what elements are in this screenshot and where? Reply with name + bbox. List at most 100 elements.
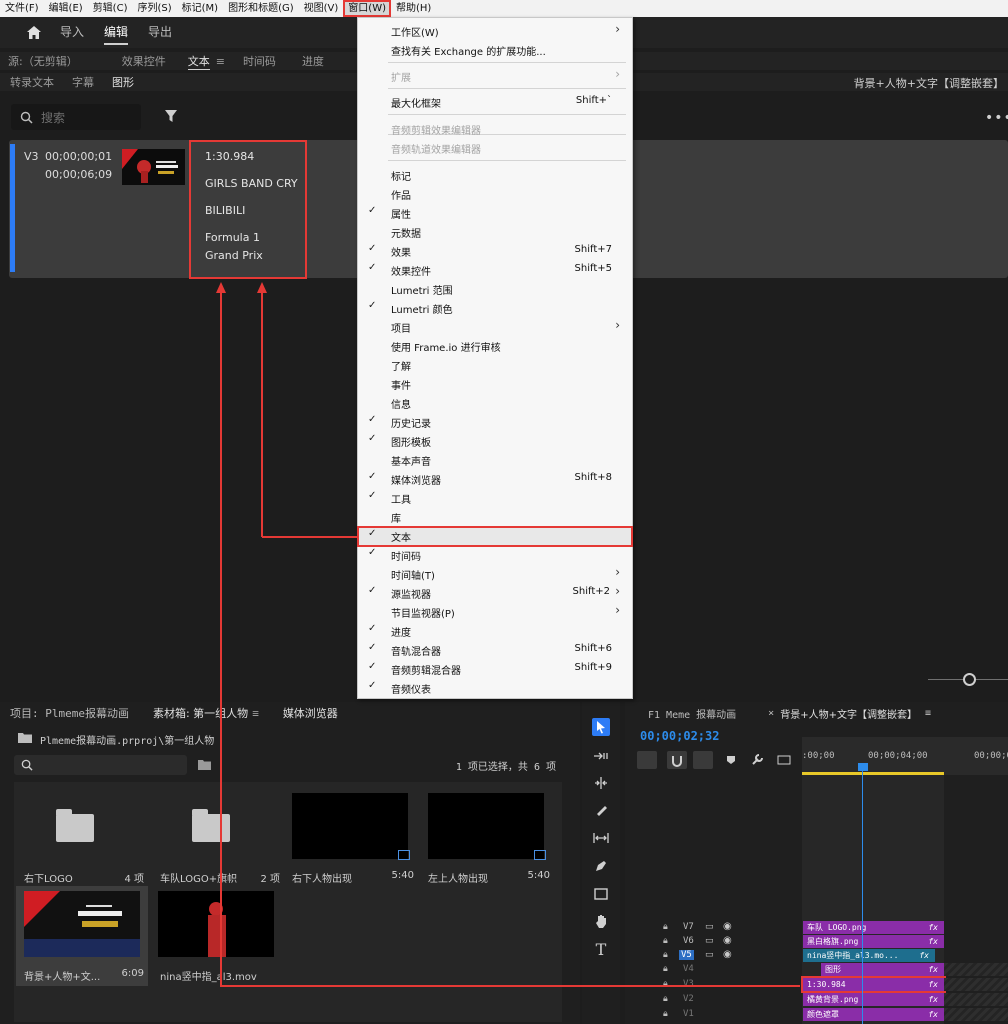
tab-captions[interactable]: 字幕: [72, 74, 94, 90]
slip-tool-icon[interactable]: [592, 829, 610, 847]
track-name[interactable]: V5: [679, 950, 694, 960]
close-icon[interactable]: ×: [768, 708, 774, 719]
text-item-title[interactable]: GIRLS BAND CRY: [205, 177, 298, 190]
menu-item[interactable]: 节目监视器(P) ›: [358, 602, 632, 621]
selection-tool-icon[interactable]: [592, 718, 610, 736]
zoom-slider-handle[interactable]: [963, 673, 976, 686]
tab-export[interactable]: 导出: [148, 17, 172, 48]
menu-item[interactable]: ✓ 属性: [358, 203, 632, 222]
new-search-bin-icon[interactable]: [198, 759, 211, 773]
menu-graphics[interactable]: 图形和标题(G): [223, 0, 299, 17]
tab-sequence-nested[interactable]: 背景+人物+文字【调整嵌套】: [780, 706, 917, 721]
tab-transcript[interactable]: 转录文本: [10, 74, 54, 90]
menu-item[interactable]: 库: [358, 507, 632, 526]
lock-icon[interactable]: 🔒︎: [663, 936, 668, 946]
menu-item[interactable]: ✓ 源监视器 Shift+2 ›: [358, 583, 632, 602]
lock-icon[interactable]: 🔒︎: [663, 922, 668, 932]
bin-item[interactable]: 车队LOGO+旗帜 2 项: [152, 788, 284, 888]
menu-item[interactable]: ✓ 效果控件 Shift+5: [358, 260, 632, 279]
menu-item[interactable]: ✓ 媒体浏览器 Shift+8: [358, 469, 632, 488]
menu-window[interactable]: 窗口(W): [343, 0, 391, 17]
menu-file[interactable]: 文件(F): [0, 0, 44, 17]
menu-item[interactable]: ✓ 效果 Shift+7: [358, 241, 632, 260]
menu-item[interactable]: Lumetri 范围: [358, 279, 632, 298]
menu-item[interactable]: 项目 ›: [358, 317, 632, 336]
rectangle-tool-icon[interactable]: [592, 885, 610, 903]
lock-icon[interactable]: 🔒︎: [663, 994, 668, 1004]
tab-edit[interactable]: 编辑: [104, 17, 129, 48]
menu-edit[interactable]: 编辑(E): [44, 0, 88, 17]
text-item-grandprix[interactable]: Grand Prix: [205, 249, 263, 262]
home-icon[interactable]: [24, 23, 44, 43]
eye-icon[interactable]: ◉: [723, 949, 732, 960]
menu-item[interactable]: 使用 Frame.io 进行审核: [358, 336, 632, 355]
playhead-timecode[interactable]: 00;00;02;32: [640, 729, 719, 743]
menu-item[interactable]: ✓ 进度: [358, 621, 632, 640]
menu-view[interactable]: 视图(V): [299, 0, 344, 17]
tab-media-browser[interactable]: 媒体浏览器: [283, 705, 338, 721]
tab-text[interactable]: 文本: [187, 53, 210, 70]
timeline-menu-icon[interactable]: ≡: [925, 708, 931, 719]
clip[interactable]: 车队 LOGO.png fx: [803, 921, 944, 934]
text-item-bilibili[interactable]: BILIBILI: [205, 204, 245, 217]
type-tool-icon[interactable]: T: [592, 940, 610, 959]
pen-tool-icon[interactable]: [592, 857, 610, 875]
wrench-icon[interactable]: [751, 753, 764, 769]
snap-button[interactable]: [667, 751, 687, 769]
lock-icon[interactable]: 🔒︎: [663, 979, 668, 989]
clip[interactable]: 黑白格旗.png fx: [803, 935, 944, 948]
filter-icon[interactable]: [164, 109, 178, 126]
hand-tool-icon[interactable]: [592, 912, 610, 930]
menu-clip[interactable]: 剪辑(C): [88, 0, 133, 17]
tab-sequence-f1[interactable]: F1 Meme 报幕动画: [648, 706, 736, 721]
menu-item[interactable]: 标记: [358, 165, 632, 184]
bin-item[interactable]: 右下人物出现 5:40: [286, 788, 418, 888]
lock-icon[interactable]: 🔒︎: [663, 950, 668, 960]
film-icon[interactable]: ▭: [705, 922, 714, 932]
panel-menu-icon[interactable]: ≡: [216, 55, 225, 68]
menu-item[interactable]: 了解: [358, 355, 632, 374]
menu-item[interactable]: 事件: [358, 374, 632, 393]
clip[interactable]: nina竖中指_al3.mo... fx: [803, 949, 935, 962]
menu-item[interactable]: 查找有关 Exchange 的扩展功能...: [358, 40, 632, 59]
bin-menu-icon[interactable]: ≡: [252, 707, 259, 720]
track-select-tool-icon[interactable]: [592, 747, 610, 765]
menu-item[interactable]: 作品: [358, 184, 632, 203]
captions-icon[interactable]: [777, 755, 791, 768]
eye-icon[interactable]: ◉: [723, 935, 732, 946]
film-icon[interactable]: ▭: [705, 936, 714, 946]
menu-item[interactable]: ✓ 时间码: [358, 545, 632, 564]
menu-item[interactable]: ✓ Lumetri 颜色: [358, 298, 632, 317]
bin-item[interactable]: 左上人物出现 5:40: [422, 788, 554, 888]
bin-item-selected[interactable]: 背景+人物+文... 6:09: [16, 886, 148, 986]
bin-item[interactable]: 右下LOGO 4 项: [16, 788, 148, 888]
bin-item[interactable]: nina竖中指_al3.mov: [152, 886, 284, 986]
menu-item[interactable]: ✓ 历史记录: [358, 412, 632, 431]
more-options-icon[interactable]: •••: [985, 110, 1008, 126]
menu-help[interactable]: 帮助(H): [391, 0, 436, 17]
bin-search-input[interactable]: [14, 755, 187, 775]
menu-sequence[interactable]: 序列(S): [132, 0, 176, 17]
tab-effect-controls[interactable]: 效果控件: [122, 53, 166, 69]
ripple-edit-tool-icon[interactable]: [592, 774, 610, 792]
tab-graphics[interactable]: 图形: [112, 74, 134, 90]
tab-bin[interactable]: 素材箱: 第一组人物: [153, 705, 248, 721]
marker-icon[interactable]: [726, 755, 736, 768]
menu-item[interactable]: 工作区(W) ›: [358, 21, 632, 40]
menu-item[interactable]: 基本声音: [358, 450, 632, 469]
menu-item[interactable]: ✓ 音频仪表: [358, 678, 632, 697]
clip[interactable]: 图形 fx: [821, 963, 944, 976]
tab-import[interactable]: 导入: [60, 17, 84, 48]
tab-timecode[interactable]: 时间码: [243, 53, 276, 69]
menu-item[interactable]: ✓ 音轨混合器 Shift+6: [358, 640, 632, 659]
menu-item[interactable]: ✓ 音频剪辑混合器 Shift+9: [358, 659, 632, 678]
razor-tool-icon[interactable]: [592, 801, 610, 819]
time-ruler[interactable]: :00;00 00;00;04;00 00;00;08;: [802, 737, 1008, 775]
eye-icon[interactable]: ◉: [723, 921, 732, 932]
clip[interactable]: 橘黄背景.png fx: [803, 993, 944, 1006]
text-item-time[interactable]: 1:30.984: [205, 150, 254, 163]
menu-item[interactable]: 元数据: [358, 222, 632, 241]
tab-progress[interactable]: 进度: [302, 53, 324, 69]
lock-icon[interactable]: 🔒︎: [663, 1009, 668, 1019]
text-item-formula[interactable]: Formula 1: [205, 231, 260, 244]
